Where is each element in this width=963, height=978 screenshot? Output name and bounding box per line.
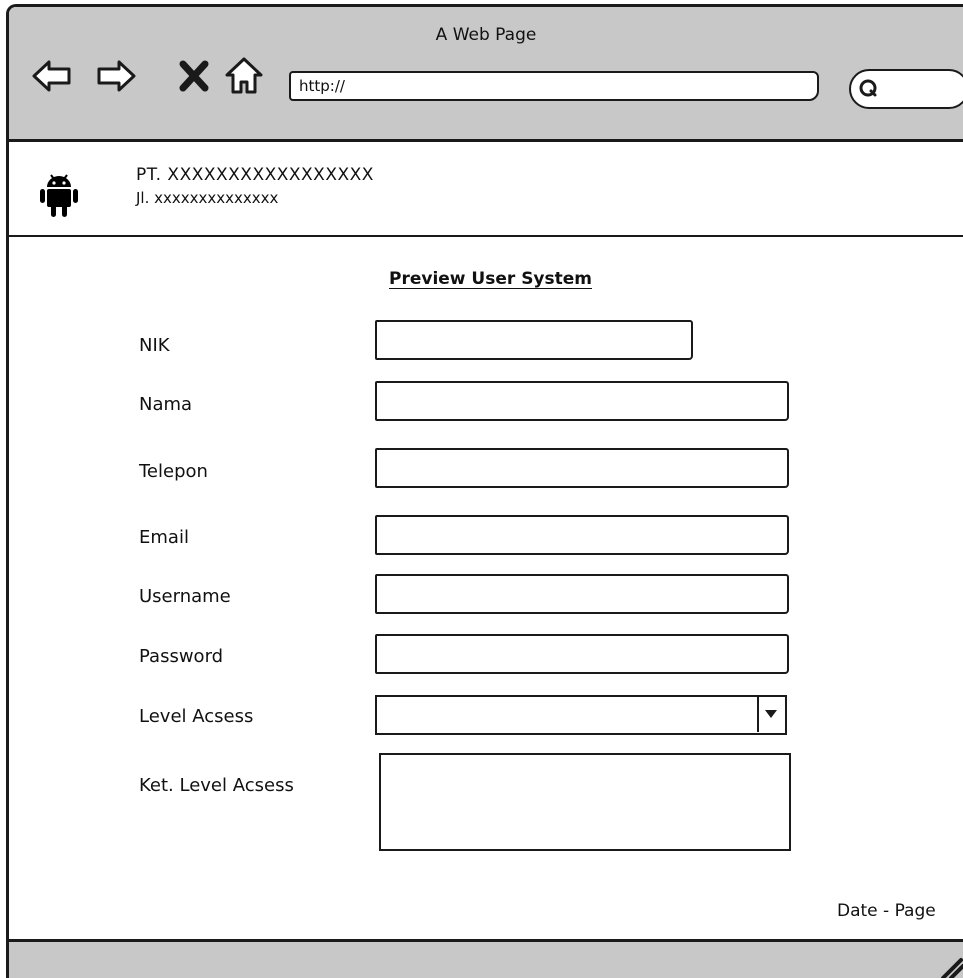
nik-input[interactable]: [375, 320, 693, 360]
ket-level-acsess-label: Ket. Level Acsess: [139, 775, 294, 796]
browser-window: A Web Page http:// PT. XXXXXXXXXXXXXXXXX…: [6, 4, 963, 978]
back-arrow-icon[interactable]: [31, 55, 73, 97]
nama-input[interactable]: [375, 381, 789, 421]
company-address: Jl. xxxxxxxxxxxxxx: [136, 189, 279, 207]
forward-arrow-icon[interactable]: [95, 55, 137, 97]
password-input[interactable]: [375, 634, 789, 674]
window-title: A Web Page: [435, 25, 537, 45]
telepon-label: Telepon: [139, 461, 208, 482]
home-icon[interactable]: [223, 55, 265, 97]
company-name: PT. XXXXXXXXXXXXXXXXX: [136, 165, 374, 185]
username-label: Username: [139, 586, 231, 607]
email-input[interactable]: [375, 515, 789, 555]
nik-label: NIK: [139, 335, 170, 356]
android-icon: [40, 174, 78, 217]
search-icon: [859, 79, 877, 97]
dropdown-button[interactable]: [757, 697, 785, 732]
date-page-footer: Date - Page: [837, 901, 936, 921]
resize-grip-icon[interactable]: [937, 952, 963, 978]
nama-label: Nama: [139, 394, 193, 415]
level-acsess-label: Level Acsess: [139, 706, 254, 727]
chevron-down-icon: [765, 710, 777, 718]
browser-toolbar: A Web Page: [9, 7, 963, 142]
url-input[interactable]: [289, 71, 819, 101]
username-input[interactable]: [375, 574, 789, 614]
browser-status-bar: [9, 939, 963, 978]
company-header: PT. XXXXXXXXXXXXXXXXX Jl. xxxxxxxxxxxxxx: [9, 145, 963, 237]
password-label: Password: [139, 646, 224, 667]
telepon-input[interactable]: [375, 448, 789, 488]
ket-level-acsess-textarea[interactable]: [379, 753, 791, 851]
page-title: Preview User System: [389, 269, 593, 289]
email-label: Email: [139, 527, 189, 548]
search-field[interactable]: [849, 69, 963, 109]
stop-icon[interactable]: [173, 55, 215, 97]
level-acsess-select[interactable]: [375, 695, 787, 735]
